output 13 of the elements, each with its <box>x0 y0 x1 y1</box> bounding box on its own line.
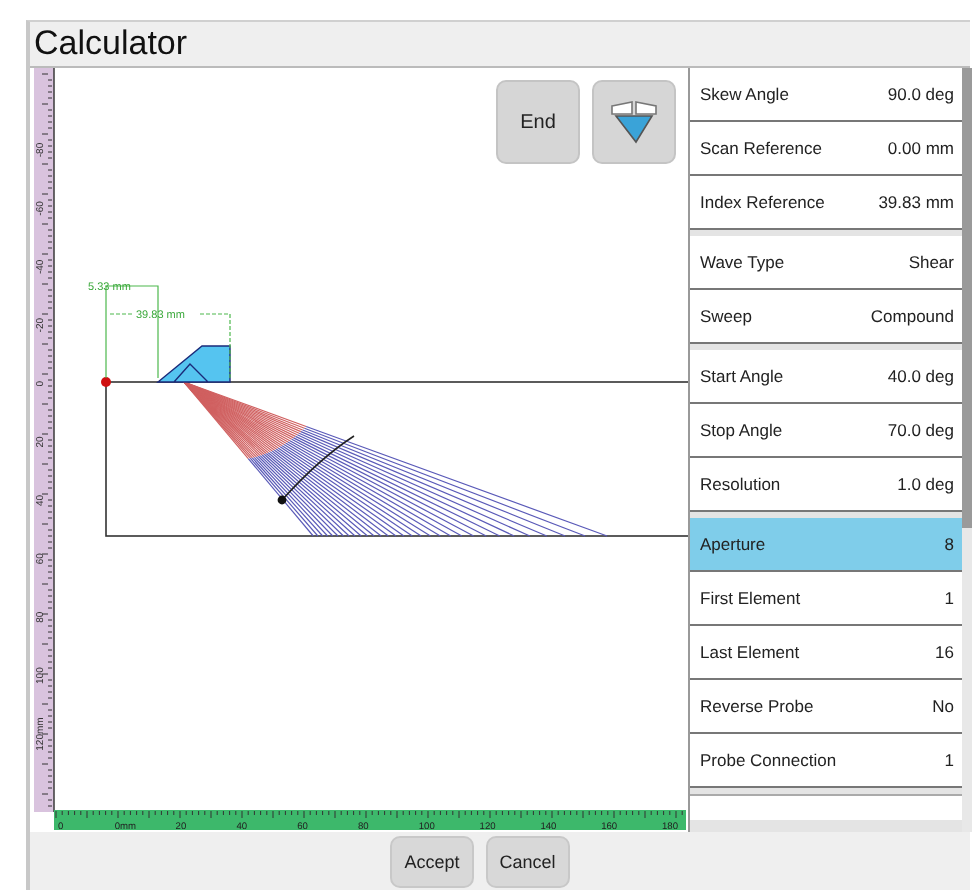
focus-arc <box>281 435 355 501</box>
end-button[interactable]: End <box>496 80 580 164</box>
accept-button[interactable]: Accept <box>390 835 474 887</box>
reference-point <box>101 377 111 387</box>
list-row[interactable] <box>690 794 962 820</box>
cancel-button[interactable]: Cancel <box>485 835 570 887</box>
probe-wedge-drawing <box>156 345 231 383</box>
parameter-row[interactable]: Aperture 8 <box>690 518 962 572</box>
focus-point <box>277 495 287 505</box>
scrollbar[interactable] <box>962 68 972 832</box>
window-title: Calculator <box>32 22 190 66</box>
wedge-view-button[interactable] <box>592 80 676 164</box>
probe-wedge-icon <box>608 98 660 146</box>
